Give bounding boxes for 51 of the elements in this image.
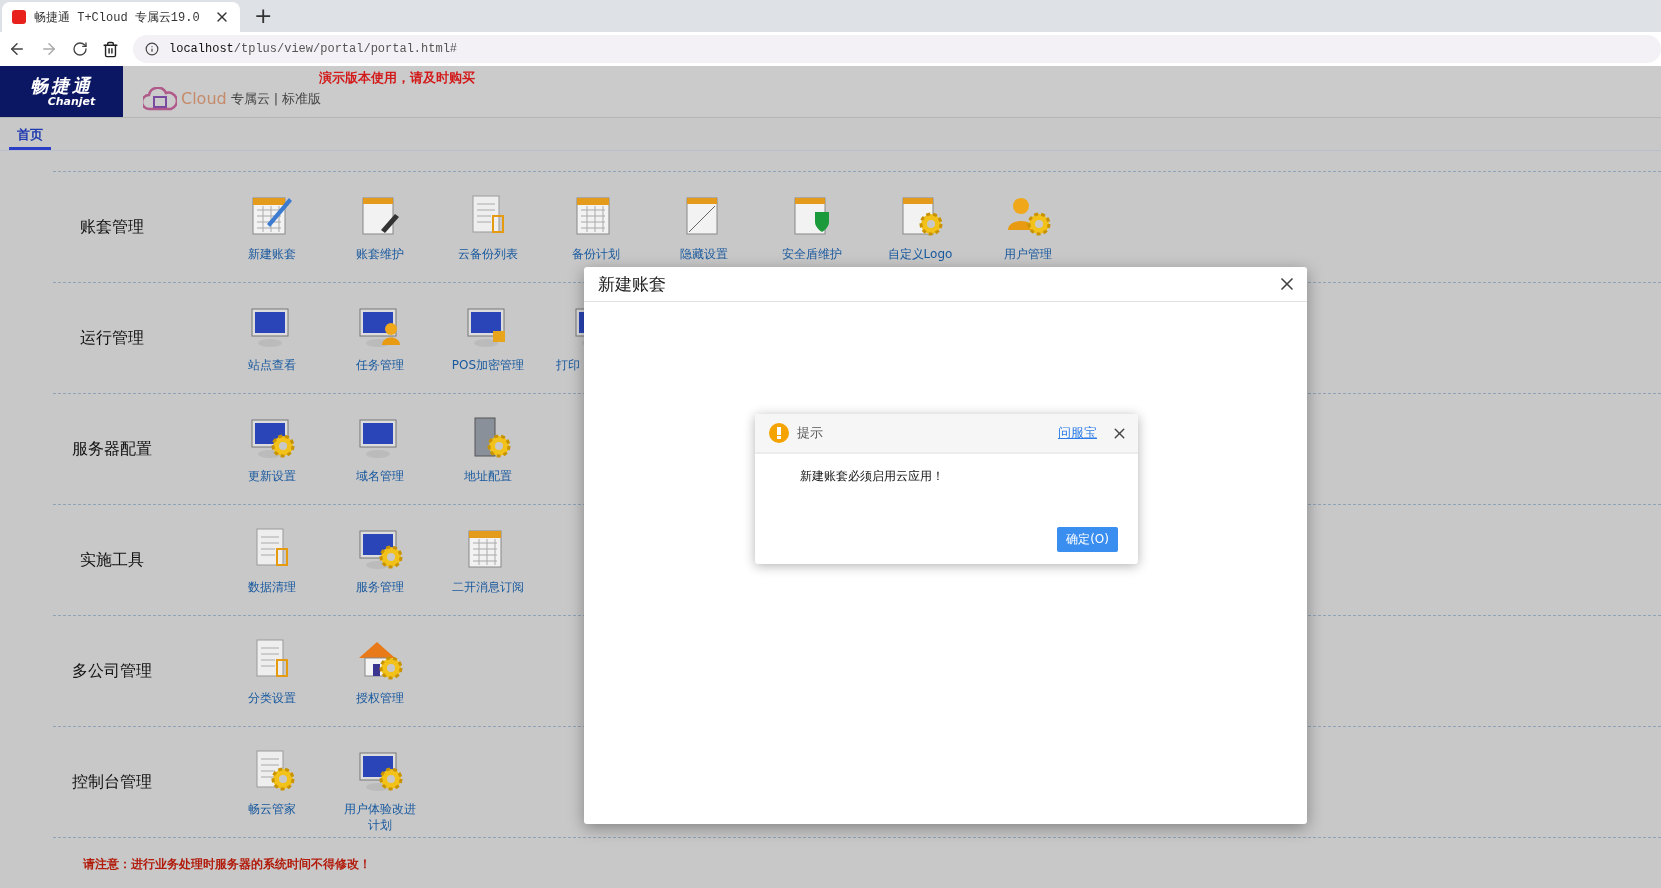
function-label[interactable]: 隐藏设置 bbox=[664, 246, 744, 262]
function-label[interactable]: 地址配置 bbox=[448, 468, 528, 484]
variant-label: 标准版 bbox=[282, 89, 322, 108]
dialog-title: 新建账套 bbox=[598, 272, 666, 296]
warning-icon bbox=[769, 423, 789, 443]
function-label[interactable]: 用户管理 bbox=[988, 246, 1068, 262]
function-label[interactable]: 域名管理 bbox=[340, 468, 420, 484]
trial-notice: 演示版本使用，请及时购买 bbox=[319, 69, 476, 87]
function-label[interactable]: 备份计划 bbox=[556, 246, 636, 262]
function-label[interactable]: 二开消息订阅 bbox=[448, 579, 528, 595]
address-bar[interactable]: localhost/tplus/view/portal/portal.html# bbox=[133, 35, 1661, 63]
section-title: 服务器配置 bbox=[71, 438, 153, 460]
trash-icon[interactable] bbox=[102, 40, 119, 58]
section-title: 控制台管理 bbox=[71, 771, 153, 793]
function-label[interactable]: 畅云管家 bbox=[232, 801, 312, 817]
function-label[interactable]: 任务管理 bbox=[340, 357, 420, 373]
back-icon[interactable] bbox=[8, 40, 26, 58]
function-label[interactable]: 用户体验改进计划 bbox=[340, 801, 420, 833]
function-label[interactable]: 分类设置 bbox=[232, 690, 312, 706]
new-tab-button[interactable]: + bbox=[254, 3, 273, 28]
product-name: Cloud bbox=[181, 89, 227, 108]
function-label[interactable]: 数据清理 bbox=[232, 579, 312, 595]
edition-label: 专属云 bbox=[230, 89, 270, 108]
logo: 畅捷通 Chanjet bbox=[0, 66, 123, 117]
separator: | bbox=[273, 91, 279, 106]
reload-icon[interactable] bbox=[72, 41, 88, 57]
cloud-logo-icon bbox=[143, 86, 177, 111]
function-label[interactable]: 更新设置 bbox=[232, 468, 312, 484]
function-label[interactable]: POS加密管理 bbox=[448, 357, 528, 373]
alert-title: 提示 bbox=[797, 424, 824, 442]
function-label[interactable]: 安全盾维护 bbox=[772, 246, 852, 262]
info-icon[interactable] bbox=[145, 42, 159, 56]
function-label[interactable]: 授权管理 bbox=[340, 690, 420, 706]
section-title: 账套管理 bbox=[79, 216, 145, 238]
section-title: 运行管理 bbox=[79, 327, 145, 349]
function-label[interactable]: 站点查看 bbox=[232, 357, 312, 373]
function-label[interactable]: 自定义Logo bbox=[880, 246, 960, 262]
warning-note: 请注意：进行业务处理时服务器的系统时间不得修改！ bbox=[83, 856, 372, 873]
section-title: 多公司管理 bbox=[71, 660, 153, 682]
function-label[interactable]: 云备份列表 bbox=[448, 246, 528, 262]
favicon-icon bbox=[12, 10, 26, 24]
function-label[interactable]: 账套维护 bbox=[340, 246, 420, 262]
ok-button[interactable]: 确定(O) bbox=[1057, 527, 1118, 552]
browser-tab[interactable]: 畅捷通 T+Cloud 专属云19.0 bbox=[2, 2, 240, 32]
page-tab[interactable]: 首页 bbox=[9, 126, 51, 150]
help-link[interactable]: 问服宝 bbox=[1058, 424, 1097, 442]
function-label[interactable]: 服务管理 bbox=[340, 579, 420, 595]
alert-message: 新建账套必须启用云应用！ bbox=[800, 468, 945, 485]
function-label[interactable]: 新建账套 bbox=[232, 246, 312, 262]
tab-title: 畅捷通 T+Cloud 专属云19.0 bbox=[34, 9, 201, 26]
section-title: 实施工具 bbox=[79, 549, 145, 571]
